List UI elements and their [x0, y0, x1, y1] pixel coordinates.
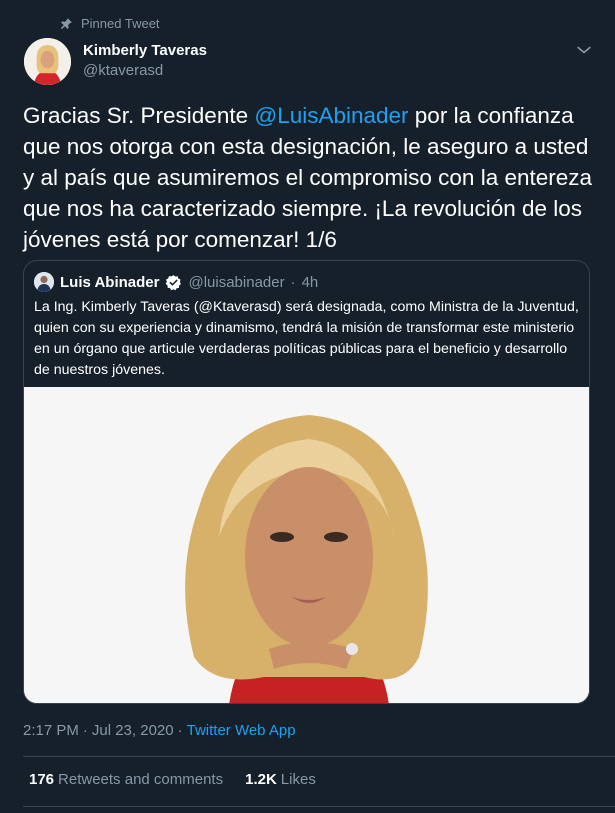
tweet-stats: 176 Retweets and comments 1.2K Likes — [29, 771, 316, 788]
retweets-label: Retweets and comments — [58, 771, 224, 788]
tweet-date[interactable]: Jul 23, 2020 — [92, 722, 174, 739]
author-handle[interactable]: @ktaverasd — [83, 62, 163, 79]
tweet-timestamp-row: 2:17 PM · Jul 23, 2020 · Twitter Web App — [23, 722, 296, 739]
mention-link[interactable]: @LuisAbinader — [254, 103, 408, 128]
chevron-down-icon[interactable] — [574, 40, 594, 60]
tweet-text: Gracias Sr. Presidente @LuisAbinader por… — [23, 100, 598, 255]
verified-badge-icon — [166, 274, 182, 290]
pinned-label: Pinned Tweet — [81, 16, 160, 31]
quoted-author-avatar — [34, 272, 54, 292]
pinned-indicator: Pinned Tweet — [60, 16, 160, 31]
quoted-separator: · — [290, 273, 296, 291]
likes-stat[interactable]: 1.2K Likes — [245, 771, 316, 788]
likes-count: 1.2K — [245, 771, 277, 788]
quoted-author-name: Luis Abinader — [60, 273, 160, 291]
tweet-time[interactable]: 2:17 PM — [23, 722, 79, 739]
quoted-tweet-header: Luis Abinader @luisabinader · 4h — [34, 272, 318, 292]
quoted-tweet[interactable]: Luis Abinader @luisabinader · 4h La Ing.… — [23, 260, 590, 704]
author-name[interactable]: Kimberly Taveras — [83, 42, 207, 59]
author-avatar[interactable] — [24, 38, 71, 85]
quoted-author-handle: @luisabinader — [188, 273, 285, 291]
retweets-stat[interactable]: 176 Retweets and comments — [29, 771, 223, 788]
divider — [23, 756, 615, 757]
likes-label: Likes — [280, 771, 316, 788]
timestamp-separator: · — [82, 722, 88, 739]
retweets-count: 176 — [29, 771, 55, 788]
pin-icon — [61, 18, 72, 29]
divider — [23, 806, 615, 807]
quoted-tweet-text: La Ing. Kimberly Taveras (@Ktaverasd) se… — [34, 299, 579, 378]
tweet-text-prefix: Gracias Sr. Presidente — [23, 103, 255, 128]
tweet-source-link[interactable]: Twitter Web App — [187, 722, 296, 739]
quoted-timestamp: 4h — [301, 273, 319, 291]
timestamp-separator: · — [177, 722, 183, 739]
quoted-tweet-photo[interactable] — [24, 387, 589, 703]
